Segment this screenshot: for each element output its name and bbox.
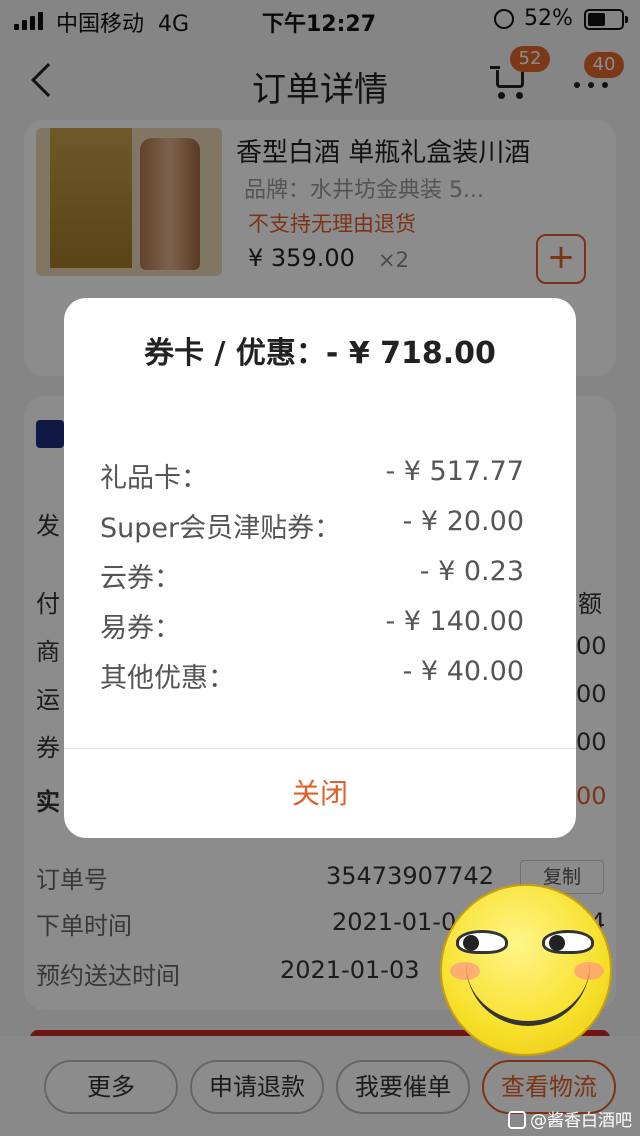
- close-button[interactable]: 关闭: [64, 749, 576, 838]
- watermark-text: @酱香白酒吧: [530, 1111, 632, 1131]
- watermark: @酱香白酒吧: [508, 1106, 632, 1131]
- discount-label: Super会员津贴券：: [100, 513, 342, 544]
- smiley-sticker-icon: [440, 884, 612, 1056]
- discount-label: 其他优惠：: [100, 663, 235, 694]
- discount-value: - ¥ 517.77: [385, 456, 524, 487]
- discount-value: - ¥ 0.23: [419, 556, 524, 587]
- modal-title: 券卡 / 优惠：- ¥ 718.00: [144, 336, 496, 371]
- weibo-icon: [508, 1111, 526, 1129]
- discount-label: 易券：: [100, 613, 181, 644]
- discount-row: Super会员津贴券： - ¥ 20.00: [100, 506, 524, 546]
- discount-row: 易券： - ¥ 140.00: [100, 606, 524, 646]
- discount-row: 礼品卡： - ¥ 517.77: [100, 456, 524, 496]
- discount-modal: 券卡 / 优惠：- ¥ 718.00 礼品卡： - ¥ 517.77 Super…: [64, 298, 576, 838]
- discount-value: - ¥ 40.00: [402, 656, 524, 687]
- discount-row: 云券： - ¥ 0.23: [100, 556, 524, 596]
- discount-value: - ¥ 20.00: [402, 506, 524, 537]
- discount-label: 云券：: [100, 563, 181, 594]
- discount-value: - ¥ 140.00: [385, 606, 524, 637]
- discount-label: 礼品卡：: [100, 463, 208, 494]
- discount-row: 其他优惠： - ¥ 40.00: [100, 656, 524, 696]
